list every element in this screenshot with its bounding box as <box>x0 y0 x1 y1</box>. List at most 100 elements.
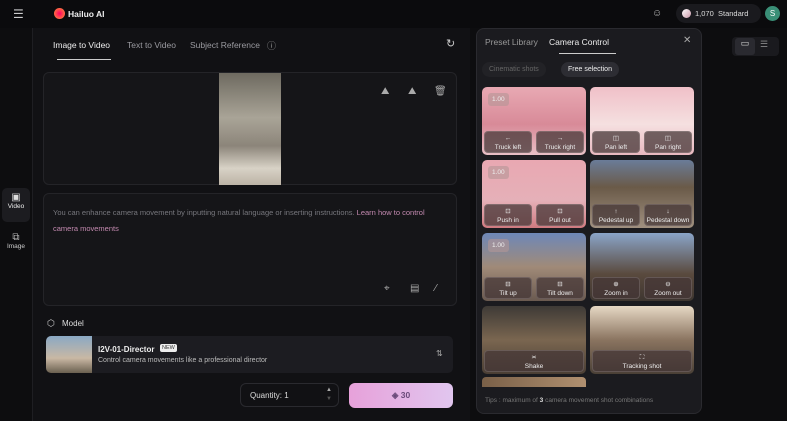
tab-text-to-video[interactable]: Text to Video <box>127 40 176 50</box>
magic-wand-icon[interactable]: ⁄ <box>435 283 437 294</box>
rail-label: Image <box>6 243 26 250</box>
camera-move-icon: ◫ <box>664 135 672 142</box>
rail-label: Video <box>7 203 25 210</box>
camera-move-pan-left-button[interactable]: ◫ Pan left <box>592 131 640 153</box>
active-tab-underline <box>559 53 616 54</box>
camera-move-label: Pedestal up <box>598 217 634 224</box>
intensity-badge[interactable]: 1.00 <box>488 93 509 106</box>
camera-move-label: Zoom in <box>604 290 628 297</box>
info-icon[interactable]: ⓘ <box>267 39 276 52</box>
left-rail: ▣ Video ⧉ Image <box>0 28 33 421</box>
camera-move-icon: ⊟ <box>505 281 511 288</box>
model-selector[interactable]: I2V-01-Director NEW Control camera movem… <box>46 336 453 373</box>
credit-gem-icon <box>682 9 691 18</box>
filter-free-selection[interactable]: Free selection <box>561 62 619 77</box>
camera-move-label: Push in <box>497 217 519 224</box>
intensity-badge[interactable]: 1.00 <box>488 239 509 252</box>
edit-image-icon[interactable]: ⛰ <box>408 86 416 97</box>
tab-camera-control[interactable]: Camera Control <box>549 37 609 47</box>
camera-move-pull-out-button[interactable]: ⊡ Pull out <box>536 204 584 226</box>
plan-label: Standard <box>718 9 749 18</box>
active-tab-underline <box>57 59 111 60</box>
camera-move-zoom-out-button[interactable]: ⊖ Zoom out <box>644 277 692 299</box>
camera-move-icon: ← <box>504 135 512 142</box>
layout-stacked-icon[interactable]: ▭ <box>735 38 755 55</box>
brand-name[interactable]: Hailuo AI <box>68 9 105 19</box>
camera-move-icon: ↑ <box>614 208 618 215</box>
reset-icon[interactable]: ↻ <box>446 37 455 50</box>
camera-move-label: Pan left <box>604 144 628 151</box>
camera-move-pedestal-down-button[interactable]: ↓ Pedestal down <box>644 204 692 226</box>
rail-item-image[interactable]: ⧉ Image <box>2 232 30 262</box>
camera-move-label: Tilt up <box>499 290 517 297</box>
camera-move-label: Truck right <box>544 144 576 151</box>
camera-move-label: Truck left <box>494 144 522 151</box>
camera-move-tilt-down-button[interactable]: ⊟ Tilt down <box>536 277 584 299</box>
image-upload-area[interactable]: ⛰ ⛰ 🗑 <box>43 72 457 185</box>
camera-card: 1.00 ⊡ Push in ⊡ Pull out <box>482 160 586 228</box>
generate-button[interactable]: ◈ 30 <box>349 383 453 408</box>
camera-card: 1.00 ⊟ Tilt up ⊟ Tilt down <box>482 233 586 301</box>
camera-move-truck-left-button[interactable]: ← Truck left <box>484 131 532 153</box>
camera-move-icon: ◫ <box>612 135 620 142</box>
uploaded-image <box>219 73 281 185</box>
camera-move-push-in-button[interactable]: ⊡ Push in <box>484 204 532 226</box>
location-pin-icon[interactable]: ⌖ <box>384 283 390 294</box>
quantity-stepper[interactable]: Quantity: 1 ▲ ▼ <box>240 383 339 407</box>
credits-count: 1,070 <box>695 9 714 18</box>
avatar[interactable]: S <box>765 6 780 21</box>
prompt-placeholder: You can enhance camera movement by input… <box>53 208 355 217</box>
new-badge: NEW <box>160 344 177 352</box>
camera-move-icon: ≍ <box>531 354 537 361</box>
camera-move-icon: → <box>556 135 564 142</box>
cube-icon: ⬡ <box>47 318 55 328</box>
layout-toggle: ▭ ☰ <box>732 37 779 56</box>
camera-card-partial <box>482 377 586 387</box>
tab-subject-reference[interactable]: Subject Reference <box>190 40 260 50</box>
camera-move-truck-right-button[interactable]: → Truck right <box>536 131 584 153</box>
notification-icon[interactable]: ☺ <box>652 8 662 19</box>
layout-side-icon[interactable]: ☰ <box>760 39 768 50</box>
camera-move-label: Shake <box>524 363 544 370</box>
camera-move-pedestal-up-button[interactable]: ↑ Pedestal up <box>592 204 640 226</box>
camera-move-tracking-shot-button[interactable]: ⛶ Tracking shot <box>592 350 692 372</box>
quantity-up-icon[interactable]: ▲ <box>326 387 332 393</box>
swap-icon[interactable]: ⇅ <box>436 349 443 358</box>
video-icon: ▣ <box>11 192 21 203</box>
hailuo-logo-icon <box>54 8 65 19</box>
camera-move-label: Pedestal down <box>646 217 690 224</box>
camera-move-label: Pan right <box>654 144 682 151</box>
generate-cost: 30 <box>400 390 411 400</box>
camera-move-pan-right-button[interactable]: ◫ Pan right <box>644 131 692 153</box>
quantity-label: Quantity: 1 <box>250 391 289 400</box>
camera-move-zoom-in-button[interactable]: ⊕ Zoom in <box>592 277 640 299</box>
quantity-down-icon[interactable]: ▼ <box>326 396 332 402</box>
camera-move-label: Tracking shot <box>622 363 662 370</box>
camera-move-label: Pull out <box>549 217 571 224</box>
camera-move-icon: ↓ <box>666 208 670 215</box>
camera-move-icon: ⊡ <box>505 208 511 215</box>
top-bar: ☰ Hailuo AI ☺ 1,070 Standard S <box>0 0 787 28</box>
camera-move-label: Zoom out <box>654 290 682 297</box>
camera-card: 1.00 ← Truck left → Truck right <box>482 87 586 155</box>
delete-icon[interactable]: 🗑 <box>434 86 447 97</box>
close-icon[interactable]: ✕ <box>683 35 691 46</box>
camera-move-shake-button[interactable]: ≍ Shake <box>484 350 584 372</box>
model-section-label: Model <box>62 319 84 328</box>
rail-item-video[interactable]: ▣ Video <box>2 188 30 222</box>
tab-image-to-video[interactable]: Image to Video <box>53 40 110 50</box>
menu-icon[interactable]: ☰ <box>13 7 24 21</box>
prompt-input[interactable]: You can enhance camera movement by input… <box>43 193 457 306</box>
replace-image-icon[interactable]: ⛰ <box>381 86 389 97</box>
camera-move-icon: ⊡ <box>557 208 563 215</box>
camera-move-icon: ⛶ <box>639 354 645 361</box>
tips-text: Tips : maximum of 3 camera movement shot… <box>485 397 654 404</box>
model-name: I2V-01-Director <box>98 345 155 354</box>
camera-clapper-icon[interactable]: ▤ <box>410 283 419 294</box>
camera-move-tilt-up-button[interactable]: ⊟ Tilt up <box>484 277 532 299</box>
credits-pill[interactable]: 1,070 Standard <box>676 4 761 23</box>
intensity-badge[interactable]: 1.00 <box>488 166 509 179</box>
camera-card: ◫ Pan left ◫ Pan right <box>590 87 694 155</box>
tab-preset-library[interactable]: Preset Library <box>485 37 538 47</box>
filter-cinematic-shots[interactable]: Cinematic shots <box>482 62 546 77</box>
